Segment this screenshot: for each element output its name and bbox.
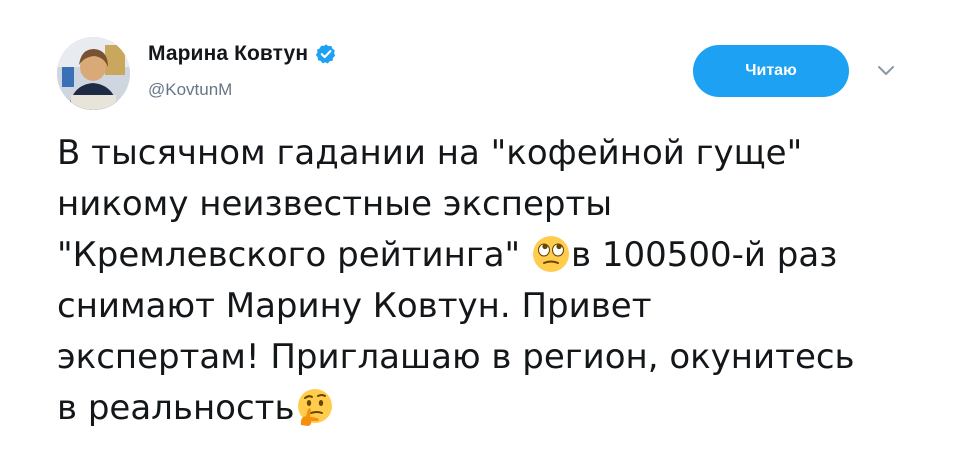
tweet-line-text: "Кремлевского рейтинга" xyxy=(57,235,531,275)
tweet-text: В тысячном гадании на "кофейной гуще" ни… xyxy=(57,128,937,434)
tweet-line: экспертам! Приглашаю в регион, окунитесь xyxy=(57,337,855,377)
chevron-down-icon[interactable] xyxy=(876,64,896,78)
author-avatar[interactable] xyxy=(57,37,130,110)
author-name[interactable]: Марина Ковтун xyxy=(148,42,308,66)
tweet-line-text: в реальность xyxy=(57,388,295,428)
tweet-line-text: в 100500-й раз xyxy=(571,235,838,275)
verified-badge-icon xyxy=(316,44,336,64)
tweet-line: в реальность xyxy=(57,383,937,434)
tweet-line: никому неизвестные эксперты xyxy=(57,184,613,224)
author-name-row: Марина Ковтун xyxy=(148,42,337,66)
tweet-line: В тысячном гадании на "кофейной гуще" xyxy=(57,133,803,173)
face-with-rolling-eyes-icon xyxy=(531,234,571,274)
thinking-face-icon xyxy=(295,387,335,427)
tweet-line: снимают Марину Ковтун. Привет xyxy=(57,286,652,326)
tweet-card: Марина Ковтун @KovtunM Читаю В тысячном … xyxy=(0,0,960,451)
tweet-line: "Кремлевского рейтинга" в 100500-й раз xyxy=(57,230,937,281)
author-handle[interactable]: @KovtunM xyxy=(148,80,232,100)
following-button[interactable]: Читаю xyxy=(693,45,849,97)
